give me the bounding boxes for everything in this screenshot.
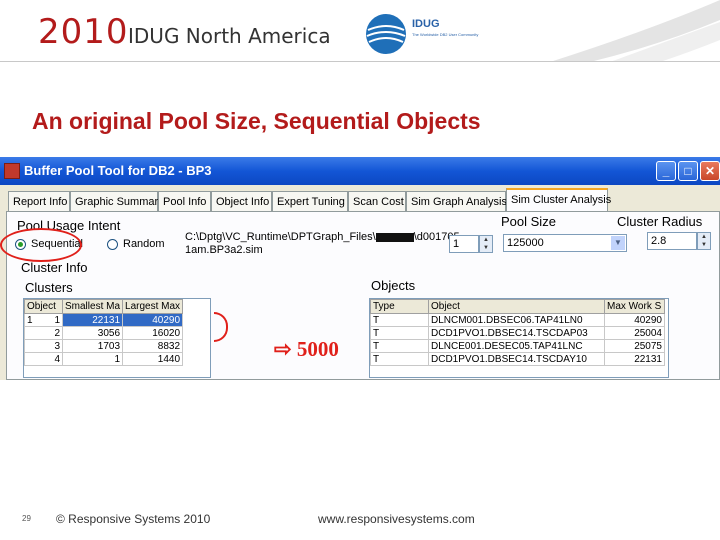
decorative-swoosh [550, 0, 720, 62]
cell-object-name: DCD1PVO1.DBSEC14.TSCDAY10 [428, 352, 605, 366]
cell-object: 3 [24, 339, 63, 353]
cell-type: T [370, 352, 429, 366]
clusters-grid[interactable]: Object Smallest Ma Largest Max 11 22131 … [23, 298, 211, 378]
cell-max-work: 40290 [604, 313, 665, 327]
col-object-name[interactable]: Object [428, 299, 605, 314]
objects-label: Objects [371, 278, 416, 293]
table-row[interactable]: T DCD1PVO1.DBSEC14.TSCDAP03 25004 [370, 326, 665, 340]
sim-file-name: 1am.BP3a2.sim [185, 244, 263, 256]
conference-name: IDUG North America [128, 24, 331, 48]
window-title: Buffer Pool Tool for DB2 - BP3 [24, 163, 212, 178]
cell-smallest: 1703 [61, 339, 124, 353]
logo-wordmark: IDUG [412, 18, 440, 30]
table-row[interactable]: T DLNCE001.DESEC05.TAP41LNC 25075 [370, 339, 665, 353]
tab-sim-cluster-analysis[interactable]: Sim Cluster Analysis [506, 188, 611, 211]
page-number: 29 [22, 514, 31, 523]
tab-graphic-summary[interactable]: Graphic Summary [70, 191, 164, 211]
objects-header-row: Type Object Max Work S [370, 299, 665, 314]
cluster-info-label: Cluster Info [21, 260, 88, 275]
maximize-button[interactable]: □ [678, 161, 698, 181]
sim-index-field[interactable]: 1 [449, 235, 479, 253]
sim-index-spinner[interactable]: ▲ ▼ [479, 235, 493, 253]
sim-file-path: C:\Dptg\VC_Runtime\DPTGraph_Files\ \d0017… [185, 231, 460, 243]
pool-size-combo[interactable]: 125000 ▼ [503, 234, 627, 252]
cell-object: 11 [24, 313, 63, 327]
tab-object-info[interactable]: Object Info [211, 191, 272, 211]
col-largest-max[interactable]: Largest Max [122, 299, 184, 314]
col-object[interactable]: Object [24, 299, 63, 314]
slide-title: An original Pool Size, Sequential Object… [32, 108, 481, 134]
cell-largest: 1440 [122, 352, 184, 366]
tab-scan-cost[interactable]: Scan Cost [348, 191, 406, 211]
cluster-radius-spinner[interactable]: ▲ ▼ [697, 232, 711, 250]
table-row[interactable]: 4 1 1440 [24, 352, 184, 366]
close-button[interactable]: ✕ [700, 161, 720, 181]
annotation-note: ⇨ 5000 [274, 337, 339, 362]
cluster-radius-field[interactable]: 2.8 [647, 232, 697, 250]
chevron-down-icon[interactable]: ▼ [611, 236, 625, 250]
tab-expert-tuning[interactable]: Expert Tuning [272, 191, 348, 211]
cell-object: 2 [24, 326, 63, 340]
app-icon [4, 163, 20, 179]
cell-smallest: 1 [61, 352, 124, 366]
clusters-label: Clusters [25, 280, 73, 295]
clusters-header-row: Object Smallest Ma Largest Max [24, 299, 184, 314]
col-smallest-max[interactable]: Smallest Ma [61, 299, 124, 314]
pool-size-label: Pool Size [501, 214, 556, 229]
objects-grid[interactable]: Type Object Max Work S T DLNCM001.DBSEC0… [369, 298, 669, 378]
cell-object-name: DLNCM001.DBSEC06.TAP41LN0 [428, 313, 605, 327]
cell-max-work: 22131 [604, 352, 665, 366]
annotation-value: 5000 [296, 337, 339, 361]
pool-size-value: 125000 [507, 237, 544, 249]
footer-copyright: © Responsive Systems 2010 [56, 512, 211, 526]
idug-globe-icon [366, 14, 406, 54]
tab-panel: Pool Usage Intent Sequential Random C:\D… [6, 211, 720, 380]
conference-year: 2010 [38, 12, 129, 52]
redacted-block [375, 232, 414, 242]
cell-max-work: 25004 [604, 326, 665, 340]
col-type[interactable]: Type [370, 299, 429, 314]
logo-tagline: The Worldwide DB2 User Community [412, 32, 479, 37]
table-row[interactable]: T DLNCM001.DBSEC06.TAP41LN0 40290 [370, 313, 665, 327]
cell-max-work: 25075 [604, 339, 665, 353]
cell-object-name: DLNCE001.DESEC05.TAP41LNC [428, 339, 605, 353]
col-max-work[interactable]: Max Work S [604, 299, 665, 314]
radio-random[interactable] [107, 239, 118, 250]
header-rule [0, 61, 720, 62]
cell-smallest: 22131 [61, 313, 124, 327]
slide-header: 2010 IDUG North America IDUG The Worldwi… [0, 0, 720, 62]
cell-smallest: 3056 [61, 326, 124, 340]
tab-pool-info[interactable]: Pool Info [158, 191, 211, 211]
radio-random-label: Random [123, 238, 165, 250]
cell-type: T [370, 313, 429, 327]
cell-object: 4 [24, 352, 63, 366]
cell-type: T [370, 339, 429, 353]
tab-report-info[interactable]: Report Info [8, 191, 70, 211]
table-row[interactable]: 11 22131 40290 [24, 313, 184, 327]
cluster-radius-label: Cluster Radius [617, 214, 703, 229]
cell-type: T [370, 326, 429, 340]
sim-file-path-start: C:\Dptg\VC_Runtime\DPTGraph_Files\ [185, 231, 376, 243]
table-row[interactable]: 3 1703 8832 [24, 339, 184, 353]
table-row[interactable]: 2 3056 16020 [24, 326, 184, 340]
window-titlebar[interactable]: Buffer Pool Tool for DB2 - BP3 _ □ ✕ [0, 157, 720, 185]
cell-object-name: DCD1PVO1.DBSEC14.TSCDAP03 [428, 326, 605, 340]
app-window: Buffer Pool Tool for DB2 - BP3 _ □ ✕ Rep… [0, 157, 720, 380]
tab-sim-graph-analysis[interactable]: Sim Graph Analysis [406, 191, 507, 211]
cell-largest: 8832 [122, 339, 184, 353]
arrow-icon: ⇨ [274, 337, 297, 361]
minimize-button[interactable]: _ [656, 161, 676, 181]
annotation-oval [0, 228, 82, 262]
table-row[interactable]: T DCD1PVO1.DBSEC14.TSCDAY10 22131 [370, 352, 665, 366]
cell-largest: 16020 [122, 326, 184, 340]
cell-largest: 40290 [122, 313, 184, 327]
footer-url: www.responsivesystems.com [318, 512, 475, 526]
